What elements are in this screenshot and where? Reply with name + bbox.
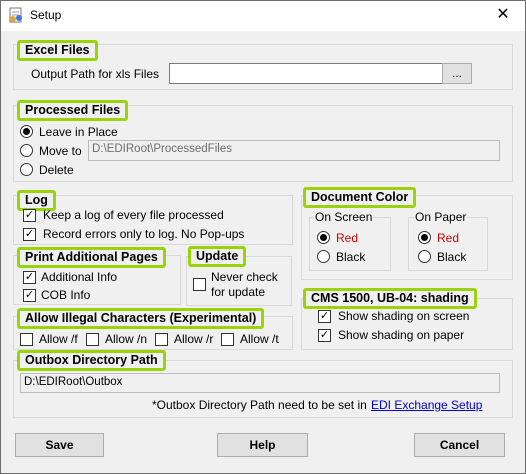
- outbox-path-input[interactable]: D:\EDIRoot\Outbox: [20, 373, 500, 393]
- on-screen-label: On Screen: [314, 210, 374, 224]
- record-errors-label: Record errors only to log. No Pop-ups: [43, 227, 245, 241]
- processed-files-header: Processed Files: [17, 100, 129, 121]
- close-icon[interactable]: ✕: [493, 5, 513, 25]
- additional-info-checkbox[interactable]: ✓: [23, 271, 36, 284]
- allow-r-label: Allow /r: [174, 332, 214, 346]
- never-check-checkbox[interactable]: [193, 278, 206, 291]
- window-title: Setup: [30, 8, 62, 22]
- paper-radio-black[interactable]: [418, 250, 431, 263]
- title-bar: [1, 1, 525, 31]
- save-button[interactable]: Save: [15, 433, 104, 457]
- allow-f-checkbox[interactable]: [20, 333, 33, 346]
- on-paper-label: On Paper: [414, 210, 468, 224]
- shading-screen-label: Show shading on screen: [338, 309, 470, 323]
- keep-log-label: Keep a log of every file processed: [43, 208, 224, 222]
- document-color-header: Document Color: [303, 187, 417, 208]
- update-header: Update: [188, 246, 247, 267]
- allow-n-label: Allow /n: [105, 332, 148, 346]
- paper-radio-red[interactable]: [418, 231, 431, 244]
- outbox-header: Outbox Directory Path: [17, 350, 166, 371]
- never-check-label-line2: for update: [211, 285, 266, 299]
- screen-black-label: Black: [336, 250, 366, 264]
- paper-red-label: Red: [437, 231, 460, 245]
- radio-move-to[interactable]: [20, 144, 33, 157]
- outbox-note: *Outbox Directory Path need to be set in: [152, 398, 367, 412]
- output-path-label: Output Path for xls Files: [31, 67, 160, 81]
- radio-leave-in-place[interactable]: [20, 125, 33, 138]
- allow-t-checkbox[interactable]: [221, 333, 234, 346]
- cms-shading-header: CMS 1500, UB-04: shading: [303, 288, 477, 309]
- leave-in-place-label: Leave in Place: [39, 125, 118, 139]
- cob-info-label: COB Info: [41, 288, 91, 302]
- radio-delete[interactable]: [20, 163, 33, 176]
- illegal-chars-header: Allow Illegal Characters (Experimental): [17, 308, 265, 329]
- screen-radio-red[interactable]: [317, 231, 330, 244]
- record-errors-checkbox[interactable]: ✓: [23, 228, 36, 241]
- allow-n-checkbox[interactable]: [86, 333, 99, 346]
- excel-files-header: Excel Files: [17, 40, 98, 61]
- screen-radio-black[interactable]: [317, 250, 330, 263]
- output-path-input[interactable]: [169, 63, 443, 84]
- move-to-label: Move to: [39, 144, 82, 158]
- allow-t-label: Allow /t: [240, 332, 279, 346]
- allow-r-checkbox[interactable]: [155, 333, 168, 346]
- app-icon: [8, 7, 24, 23]
- screen-red-label: Red: [336, 231, 359, 245]
- browse-button[interactable]: ...: [442, 63, 472, 84]
- cob-info-checkbox[interactable]: ✓: [23, 289, 36, 302]
- edi-exchange-setup-link[interactable]: EDI Exchange Setup: [371, 398, 482, 412]
- allow-f-label: Allow /f: [39, 332, 78, 346]
- shading-paper-checkbox[interactable]: ✓: [318, 329, 331, 342]
- shading-paper-label: Show shading on paper: [338, 328, 465, 342]
- never-check-label-line1: Never check: [211, 270, 278, 284]
- keep-log-checkbox[interactable]: ✓: [23, 209, 36, 222]
- shading-screen-checkbox[interactable]: ✓: [318, 310, 331, 323]
- move-to-path-input[interactable]: D:\EDIRoot\ProcessedFiles: [88, 140, 500, 161]
- print-additional-header: Print Additional Pages: [17, 247, 166, 268]
- help-button[interactable]: Help: [217, 433, 308, 457]
- additional-info-label: Additional Info: [41, 270, 118, 284]
- paper-black-label: Black: [437, 250, 467, 264]
- cancel-button[interactable]: Cancel: [414, 433, 505, 457]
- delete-label: Delete: [39, 163, 74, 177]
